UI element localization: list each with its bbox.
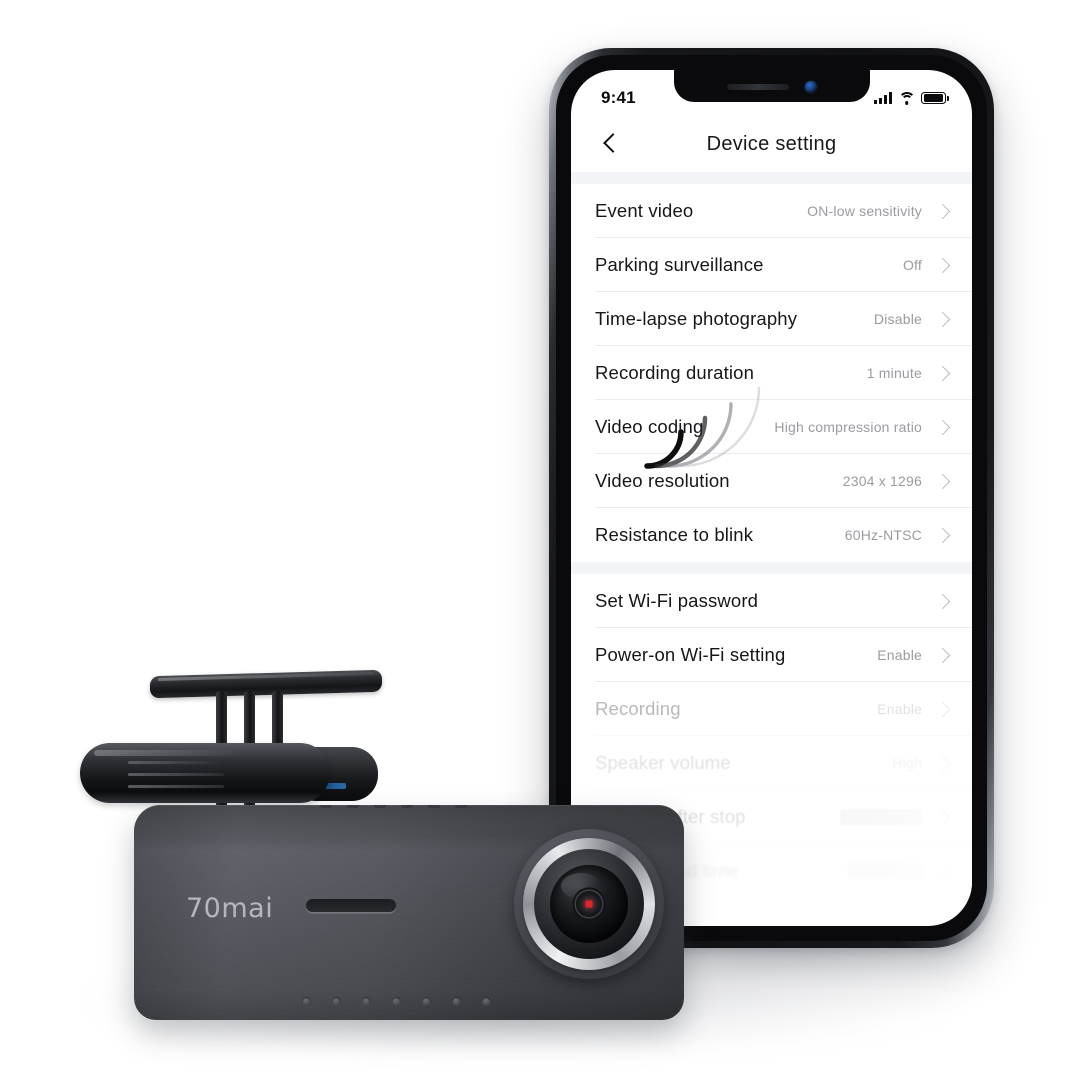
row-right: 1 minute (866, 365, 951, 381)
section-divider-band (571, 172, 972, 184)
status-bar-time: 9:41 (601, 88, 636, 107)
row-value: High (892, 755, 922, 771)
chevron-right-icon (934, 593, 951, 609)
chevron-right-icon (934, 755, 951, 771)
row-label: Parking surveillance (595, 254, 764, 275)
table-row[interactable]: Time-lapse photography Disable (571, 292, 972, 346)
chevron-right-icon (934, 473, 951, 489)
chevron-right-icon (934, 419, 951, 435)
row-value: 60Hz-NTSC (844, 527, 922, 543)
table-row[interactable]: Parking surveillance Off (571, 238, 972, 292)
windshield-mount-icon (150, 669, 382, 699)
dashcam-body: 70mai (134, 805, 684, 1020)
chevron-right-icon (934, 311, 951, 327)
screenshot-canvas: 9:41 Device setting Event video ON-low s… (0, 0, 1080, 1080)
wifi-icon (898, 91, 915, 105)
row-label: Set Wi-Fi password (595, 590, 759, 611)
row-right (840, 809, 951, 825)
row-label: Recording duration (595, 362, 755, 383)
barrel-groove (128, 761, 224, 764)
camera-lens-icon (514, 829, 664, 979)
row-value: Off (902, 257, 922, 273)
body-vents-icon (320, 805, 467, 808)
section-divider-band (571, 562, 972, 574)
chevron-right-icon (934, 257, 951, 273)
dashcam-buttons[interactable] (302, 997, 491, 1006)
row-value (848, 863, 922, 879)
row-right: Disable (873, 311, 951, 327)
row-value: ON-low sensitivity (807, 203, 922, 219)
row-label: Time-lapse photography (595, 308, 798, 329)
table-row[interactable]: Video resolution 2304 x 1296 (571, 454, 972, 508)
row-right: 60Hz-NTSC (844, 527, 951, 543)
front-camera-icon (804, 81, 817, 93)
row-value: Disable (873, 311, 922, 327)
chevron-right-icon (934, 527, 951, 543)
earpiece-speaker-icon (726, 84, 789, 90)
row-right: 2304 x 1296 (842, 473, 951, 489)
table-row[interactable]: Recording duration 1 minute (571, 346, 972, 400)
chevron-right-icon (934, 647, 951, 663)
chevron-right-icon (934, 701, 951, 717)
row-value: High compression ratio (774, 419, 922, 435)
table-row[interactable]: Event video ON-low sensitivity (571, 184, 972, 238)
battery-full-icon (921, 91, 949, 105)
barrel-groove (128, 785, 224, 788)
row-label: Video resolution (595, 470, 730, 491)
row-value (840, 809, 922, 825)
navigation-bar: Device setting (571, 116, 972, 172)
row-right: High compression ratio (774, 419, 951, 435)
settings-section-recording: Event video ON-low sensitivity Parking s… (571, 184, 972, 562)
barrel-groove (128, 773, 224, 776)
cellular-signal-icon (874, 92, 892, 104)
chevron-left-icon[interactable] (597, 131, 623, 157)
microphone-slot-icon (306, 899, 396, 912)
row-right: High (892, 755, 951, 771)
lens-glass (550, 865, 628, 943)
table-row[interactable]: Resistance to blink 60Hz-NTSC (571, 508, 972, 562)
row-right: ON-low sensitivity (807, 203, 951, 219)
row-right (848, 863, 951, 879)
brand-logo: 70mai (186, 893, 274, 924)
chevron-right-icon (934, 365, 951, 381)
row-right (922, 593, 951, 609)
row-label: Resistance to blink (595, 524, 754, 545)
mount-barrel (80, 743, 330, 803)
status-bar-indicators (874, 91, 949, 105)
recording-indicator-icon (585, 900, 593, 908)
row-value: 1 minute (866, 365, 922, 381)
row-value: Enable (877, 647, 922, 663)
chevron-right-icon (934, 809, 951, 825)
chevron-right-icon (934, 863, 951, 879)
table-row[interactable]: Video coding High compression ratio (571, 400, 972, 454)
table-row[interactable]: Set Wi-Fi password (571, 574, 972, 628)
chevron-right-icon (934, 203, 951, 219)
row-label: Video coding (595, 416, 704, 437)
page-title: Device setting (706, 132, 837, 155)
row-value: Enable (877, 701, 922, 717)
row-right: Enable (877, 701, 951, 717)
row-right: Off (902, 257, 951, 273)
row-value: 2304 x 1296 (842, 473, 922, 489)
dashcam-device: 70mai (80, 655, 700, 1025)
row-right: Enable (877, 647, 951, 663)
phone-notch (673, 70, 870, 102)
row-label: Event video (595, 200, 694, 221)
